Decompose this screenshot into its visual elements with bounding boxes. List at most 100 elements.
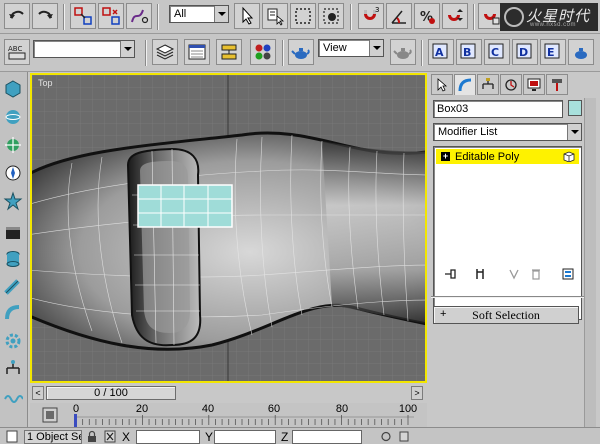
tube-button[interactable] [2,276,24,298]
remove-modifier-button[interactable] [527,265,545,283]
show-end-result-button[interactable] [471,265,489,283]
teapot-extra-button[interactable] [568,39,594,65]
create-button[interactable] [2,78,24,100]
select-by-name-button[interactable] [262,3,288,29]
sphere-button[interactable] [2,106,24,128]
curve-editor-button[interactable] [184,39,210,65]
make-unique-button[interactable] [505,265,523,283]
chevron-down-icon[interactable] [567,124,581,140]
configure-modifier-sets-button[interactable] [559,265,577,283]
modifier-list-value: Modifier List [438,126,498,138]
reference-coord-dropdown[interactable]: View [318,39,384,57]
svg-text:E: E [547,46,555,59]
chevron-down-icon[interactable] [120,41,134,57]
angle-snap-button[interactable] [386,3,412,29]
time-slider-prev-button[interactable]: < [32,386,44,400]
box-button[interactable] [2,222,24,244]
tab-utilities[interactable] [546,74,568,95]
svg-text:C: C [491,46,499,59]
tab-motion[interactable] [500,74,522,95]
named-selection-dropdown[interactable] [33,40,135,58]
command-panel-scrollbar[interactable] [584,98,596,444]
toolbar-separator [145,40,147,66]
hammer-icon [552,78,562,91]
align-e-button[interactable]: E [540,39,566,65]
modifier-stack[interactable]: + Editable Poly [433,146,582,320]
layer-manager-button[interactable] [152,39,178,65]
align-c-button[interactable]: C [484,39,510,65]
z-coord-field[interactable] [292,430,362,444]
select-and-link-button[interactable] [70,3,96,29]
track-bar[interactable]: 0 20 40 60 80 100 [30,403,427,427]
hierarchy-button[interactable] [2,358,24,380]
keyboard-shortcut-override-button[interactable]: ABC [4,39,30,65]
undo-button[interactable] [4,3,30,29]
grid-setting-icon[interactable] [380,430,392,443]
selection-filter-dropdown[interactable]: All [169,5,229,23]
time-slider-thumb[interactable]: 0 / 100 [46,386,176,400]
bind-space-warp-button[interactable] [126,3,152,29]
expand-plus-icon[interactable]: + [441,152,450,161]
tab-display[interactable] [523,74,545,95]
viewport-top[interactable]: Top [30,73,427,383]
modifier-list-dropdown[interactable]: Modifier List [433,123,582,141]
select-object-button[interactable] [234,3,260,29]
lock-icon[interactable] [86,430,98,443]
wave-icon [4,395,23,403]
stack-item-editable-poly[interactable]: + Editable Poly [436,149,579,164]
schematic-view-button[interactable] [216,39,242,65]
spinner-snap-button[interactable] [442,3,468,29]
display-monitor-icon [527,78,541,91]
tab-create[interactable] [431,74,453,95]
align-b-button[interactable]: B [456,39,482,65]
time-slider-next-button[interactable]: > [411,386,423,400]
toolbar-separator [282,40,284,66]
wave-button[interactable] [2,386,24,408]
y-coord-field[interactable] [214,430,276,444]
align-button[interactable]: A [428,39,454,65]
time-tag-icon[interactable] [398,430,410,443]
chevron-down-icon[interactable] [214,6,228,22]
rollout-soft-selection[interactable]: + Soft Selection [433,306,579,324]
unlink-selection-button[interactable] [98,3,124,29]
svg-text:D: D [519,46,528,59]
helper-button[interactable] [2,162,24,184]
svg-text:A: A [435,46,444,59]
rectangle-region-icon [295,8,311,24]
bend-button[interactable] [2,302,24,324]
tab-modify[interactable] [454,74,476,95]
timeline-ticks [74,415,414,425]
snap-toggle-button[interactable]: 3 [358,3,384,29]
secondary-toolbar: ABC View A B C D E [0,34,600,72]
pin-stack-button[interactable] [441,265,459,283]
cylinder-button[interactable] [2,248,24,270]
max-script-icon[interactable] [6,430,18,443]
absolute-mode-icon[interactable] [104,430,116,443]
tab-hierarchy[interactable] [477,74,499,95]
object-name-field[interactable]: Box03 [433,100,563,118]
key-filter-icon[interactable] [40,405,60,425]
current-frame-cursor[interactable] [74,414,77,427]
window-crossing-button[interactable] [318,3,344,29]
x-coord-field[interactable] [136,430,200,444]
star-button[interactable] [2,190,24,212]
edit-named-selection-icon [484,14,500,25]
material-editor-button[interactable] [250,39,276,65]
magnet-3d-icon: 3 [364,6,379,20]
chevron-down-icon[interactable] [369,40,383,56]
region-select-button[interactable] [290,3,316,29]
light-button[interactable] [2,134,24,156]
timeline-ruler[interactable]: 0 20 40 60 80 100 [73,403,417,427]
redo-button[interactable] [32,3,58,29]
object-color-swatch[interactable] [568,100,582,116]
render-scene-button[interactable] [288,39,314,65]
viewport-label[interactable]: Top [38,78,53,88]
viewport-canvas[interactable] [32,75,425,381]
quick-render-button[interactable] [390,39,416,65]
tick-label: 40 [201,403,215,415]
time-slider[interactable]: < 0 / 100 > [30,385,427,401]
align-d-button[interactable]: D [512,39,538,65]
gear-button[interactable] [2,330,24,352]
percent-snap-button[interactable]: % [414,3,440,29]
selected-polygons[interactable] [137,184,233,228]
